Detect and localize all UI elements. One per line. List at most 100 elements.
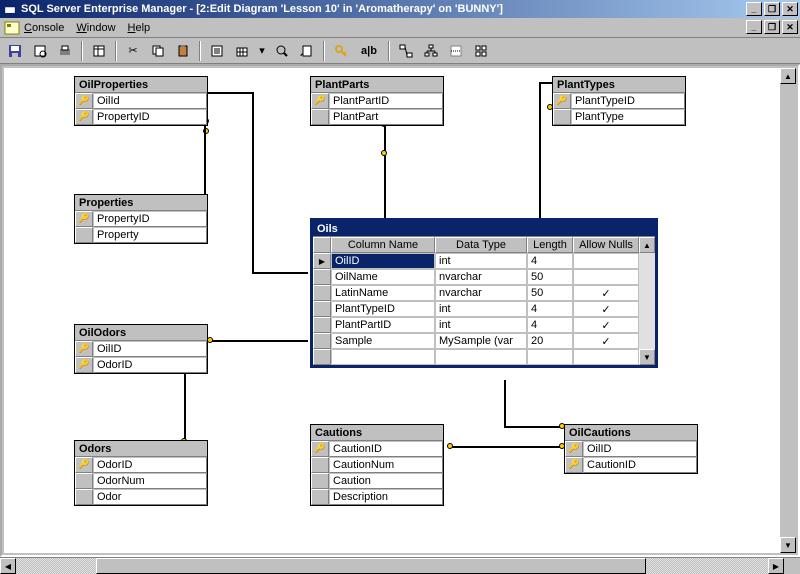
- scroll-down-button[interactable]: ▼: [780, 537, 796, 553]
- key-icon: 🔑: [78, 459, 89, 470]
- col-header[interactable]: Length: [527, 237, 573, 253]
- table-properties[interactable]: Properties 🔑PropertyID Property: [74, 194, 208, 244]
- column-name: CautionID: [329, 441, 443, 457]
- save-button[interactable]: [4, 40, 26, 62]
- diagram-canvas[interactable]: OilProperties 🔑 OilId 🔑 PropertyID Propert…: [4, 68, 780, 553]
- column-name: OilID: [583, 441, 697, 457]
- new-table-button[interactable]: [88, 40, 110, 62]
- key-icon: 🔑: [568, 443, 579, 454]
- toolbar: ✂ ▾ a|b: [0, 38, 800, 64]
- print-button[interactable]: [54, 40, 76, 62]
- horizontal-scrollbar[interactable]: ◀ ▶: [0, 557, 800, 573]
- dropdown-icon[interactable]: ▾: [256, 40, 268, 62]
- print-preview-button[interactable]: [29, 40, 51, 62]
- maximize-button[interactable]: ❐: [764, 2, 780, 16]
- key-icon: 🔑: [78, 111, 89, 122]
- key-icon: 🔑: [556, 95, 567, 106]
- scroll-up-button[interactable]: ▲: [780, 68, 796, 84]
- column-name: CautionID: [583, 457, 697, 473]
- column-name: PlantType: [571, 109, 685, 125]
- paste-button[interactable]: [172, 40, 194, 62]
- window-titlebar: SQL Server Enterprise Manager - [2:Edit …: [0, 0, 800, 18]
- key-button[interactable]: [330, 40, 352, 62]
- table-row[interactable]: PlantPartID int 4 ✓: [313, 317, 655, 333]
- key-icon: 🔑: [78, 95, 89, 106]
- cut-button[interactable]: ✂: [122, 40, 144, 62]
- key-icon: 🔑: [78, 343, 89, 354]
- menu-bar: Console Window Help _ ❐ ✕: [0, 18, 800, 38]
- show-grid-button[interactable]: [231, 40, 253, 62]
- column-name: PropertyID: [93, 211, 207, 227]
- column-name: Odor: [93, 489, 207, 505]
- script-button[interactable]: [296, 40, 318, 62]
- copy-button[interactable]: [147, 40, 169, 62]
- table-row[interactable]: PlantTypeID int 4 ✓: [313, 301, 655, 317]
- column-name: OdorID: [93, 457, 207, 473]
- mdi-minimize-button[interactable]: _: [746, 20, 762, 34]
- table-row[interactable]: OilID int 4: [313, 253, 655, 269]
- column-name: PlantPart: [329, 109, 443, 125]
- table-oilproperties[interactable]: OilProperties 🔑 OilId 🔑 PropertyID: [74, 76, 208, 126]
- table-title: OilCautions: [565, 425, 697, 441]
- col-header[interactable]: Column Name: [331, 237, 435, 253]
- mdi-restore-button[interactable]: ❐: [764, 20, 780, 34]
- table-title: Properties: [75, 195, 207, 211]
- table-title: OilProperties: [75, 77, 207, 93]
- scroll-right-button[interactable]: ▶: [768, 558, 784, 574]
- table-odors[interactable]: Odors 🔑 OdorID OdorNum Odor: [74, 440, 208, 506]
- relations-button[interactable]: [395, 40, 417, 62]
- scrollbar-thumb[interactable]: [96, 558, 646, 574]
- table-row[interactable]: Sample MySample (var 20 ✓: [313, 333, 655, 349]
- table-oilodors[interactable]: OilOdors 🔑OilID 🔑OdorID: [74, 324, 208, 374]
- table-cautions[interactable]: Cautions 🔑CautionID CautionNum Caution D…: [310, 424, 444, 506]
- table-row[interactable]: LatinName nvarchar 50 ✓: [313, 285, 655, 301]
- scroll-left-button[interactable]: ◀: [0, 558, 16, 574]
- scroll-up-button[interactable]: ▲: [639, 237, 655, 253]
- tree-button[interactable]: [420, 40, 442, 62]
- column-name: OdorID: [93, 357, 207, 373]
- menu-console[interactable]: Console: [24, 22, 64, 34]
- window-title: SQL Server Enterprise Manager - [2:Edit …: [21, 3, 746, 15]
- row-selector[interactable]: [313, 253, 331, 269]
- col-header[interactable]: Data Type: [435, 237, 527, 253]
- properties-button[interactable]: [206, 40, 228, 62]
- ab-button[interactable]: a|b: [355, 40, 383, 62]
- row-header-corner: [313, 237, 331, 253]
- mdi-close-button[interactable]: ✕: [782, 20, 798, 34]
- scroll-down-button[interactable]: ▼: [639, 349, 655, 365]
- table-oilcautions[interactable]: OilCautions 🔑 OilID 🔑 CautionID: [564, 424, 698, 474]
- column-name: OdorNum: [93, 473, 207, 489]
- menu-help[interactable]: Help: [128, 22, 151, 34]
- table-title: Oils: [313, 221, 655, 237]
- mmc-icon: [4, 20, 20, 36]
- table-row[interactable]: OilName nvarchar 50: [313, 269, 655, 285]
- column-name: Description: [329, 489, 443, 505]
- scroll-corner: [784, 558, 800, 574]
- page-break-button[interactable]: [445, 40, 467, 62]
- column-name: Caution: [329, 473, 443, 489]
- scrollbar-track[interactable]: [639, 253, 655, 269]
- key-icon: 🔑: [568, 459, 579, 470]
- close-button[interactable]: ✕: [782, 2, 798, 16]
- menu-window[interactable]: Window: [76, 22, 115, 34]
- table-oils[interactable]: Oils Column Name Data Type Length Allow …: [310, 218, 658, 368]
- column-name: PropertyID: [93, 109, 207, 125]
- diagram-viewport: OilProperties 🔑 OilId 🔑 PropertyID Propert…: [0, 64, 800, 557]
- zoom-button[interactable]: [271, 40, 293, 62]
- table-title: OilOdors: [75, 325, 207, 341]
- vertical-scrollbar[interactable]: ▲ ▼: [780, 68, 796, 553]
- key-icon: 🔑: [78, 359, 89, 370]
- table-title: Cautions: [311, 425, 443, 441]
- table-planttypes[interactable]: PlantTypes 🔑PlantTypeID PlantType: [552, 76, 686, 126]
- table-plantparts[interactable]: PlantParts 🔑PlantPartID PlantPart: [310, 76, 444, 126]
- column-name: OilId: [93, 93, 207, 109]
- minimize-button[interactable]: _: [746, 2, 762, 16]
- column-name: PlantPartID: [329, 93, 443, 109]
- table-title: PlantParts: [311, 77, 443, 93]
- table-row[interactable]: ▼: [313, 349, 655, 365]
- col-header[interactable]: Allow Nulls: [573, 237, 639, 253]
- layout-button[interactable]: [470, 40, 492, 62]
- key-icon: 🔑: [78, 213, 89, 224]
- key-icon: 🔑: [314, 443, 325, 454]
- table-title: Odors: [75, 441, 207, 457]
